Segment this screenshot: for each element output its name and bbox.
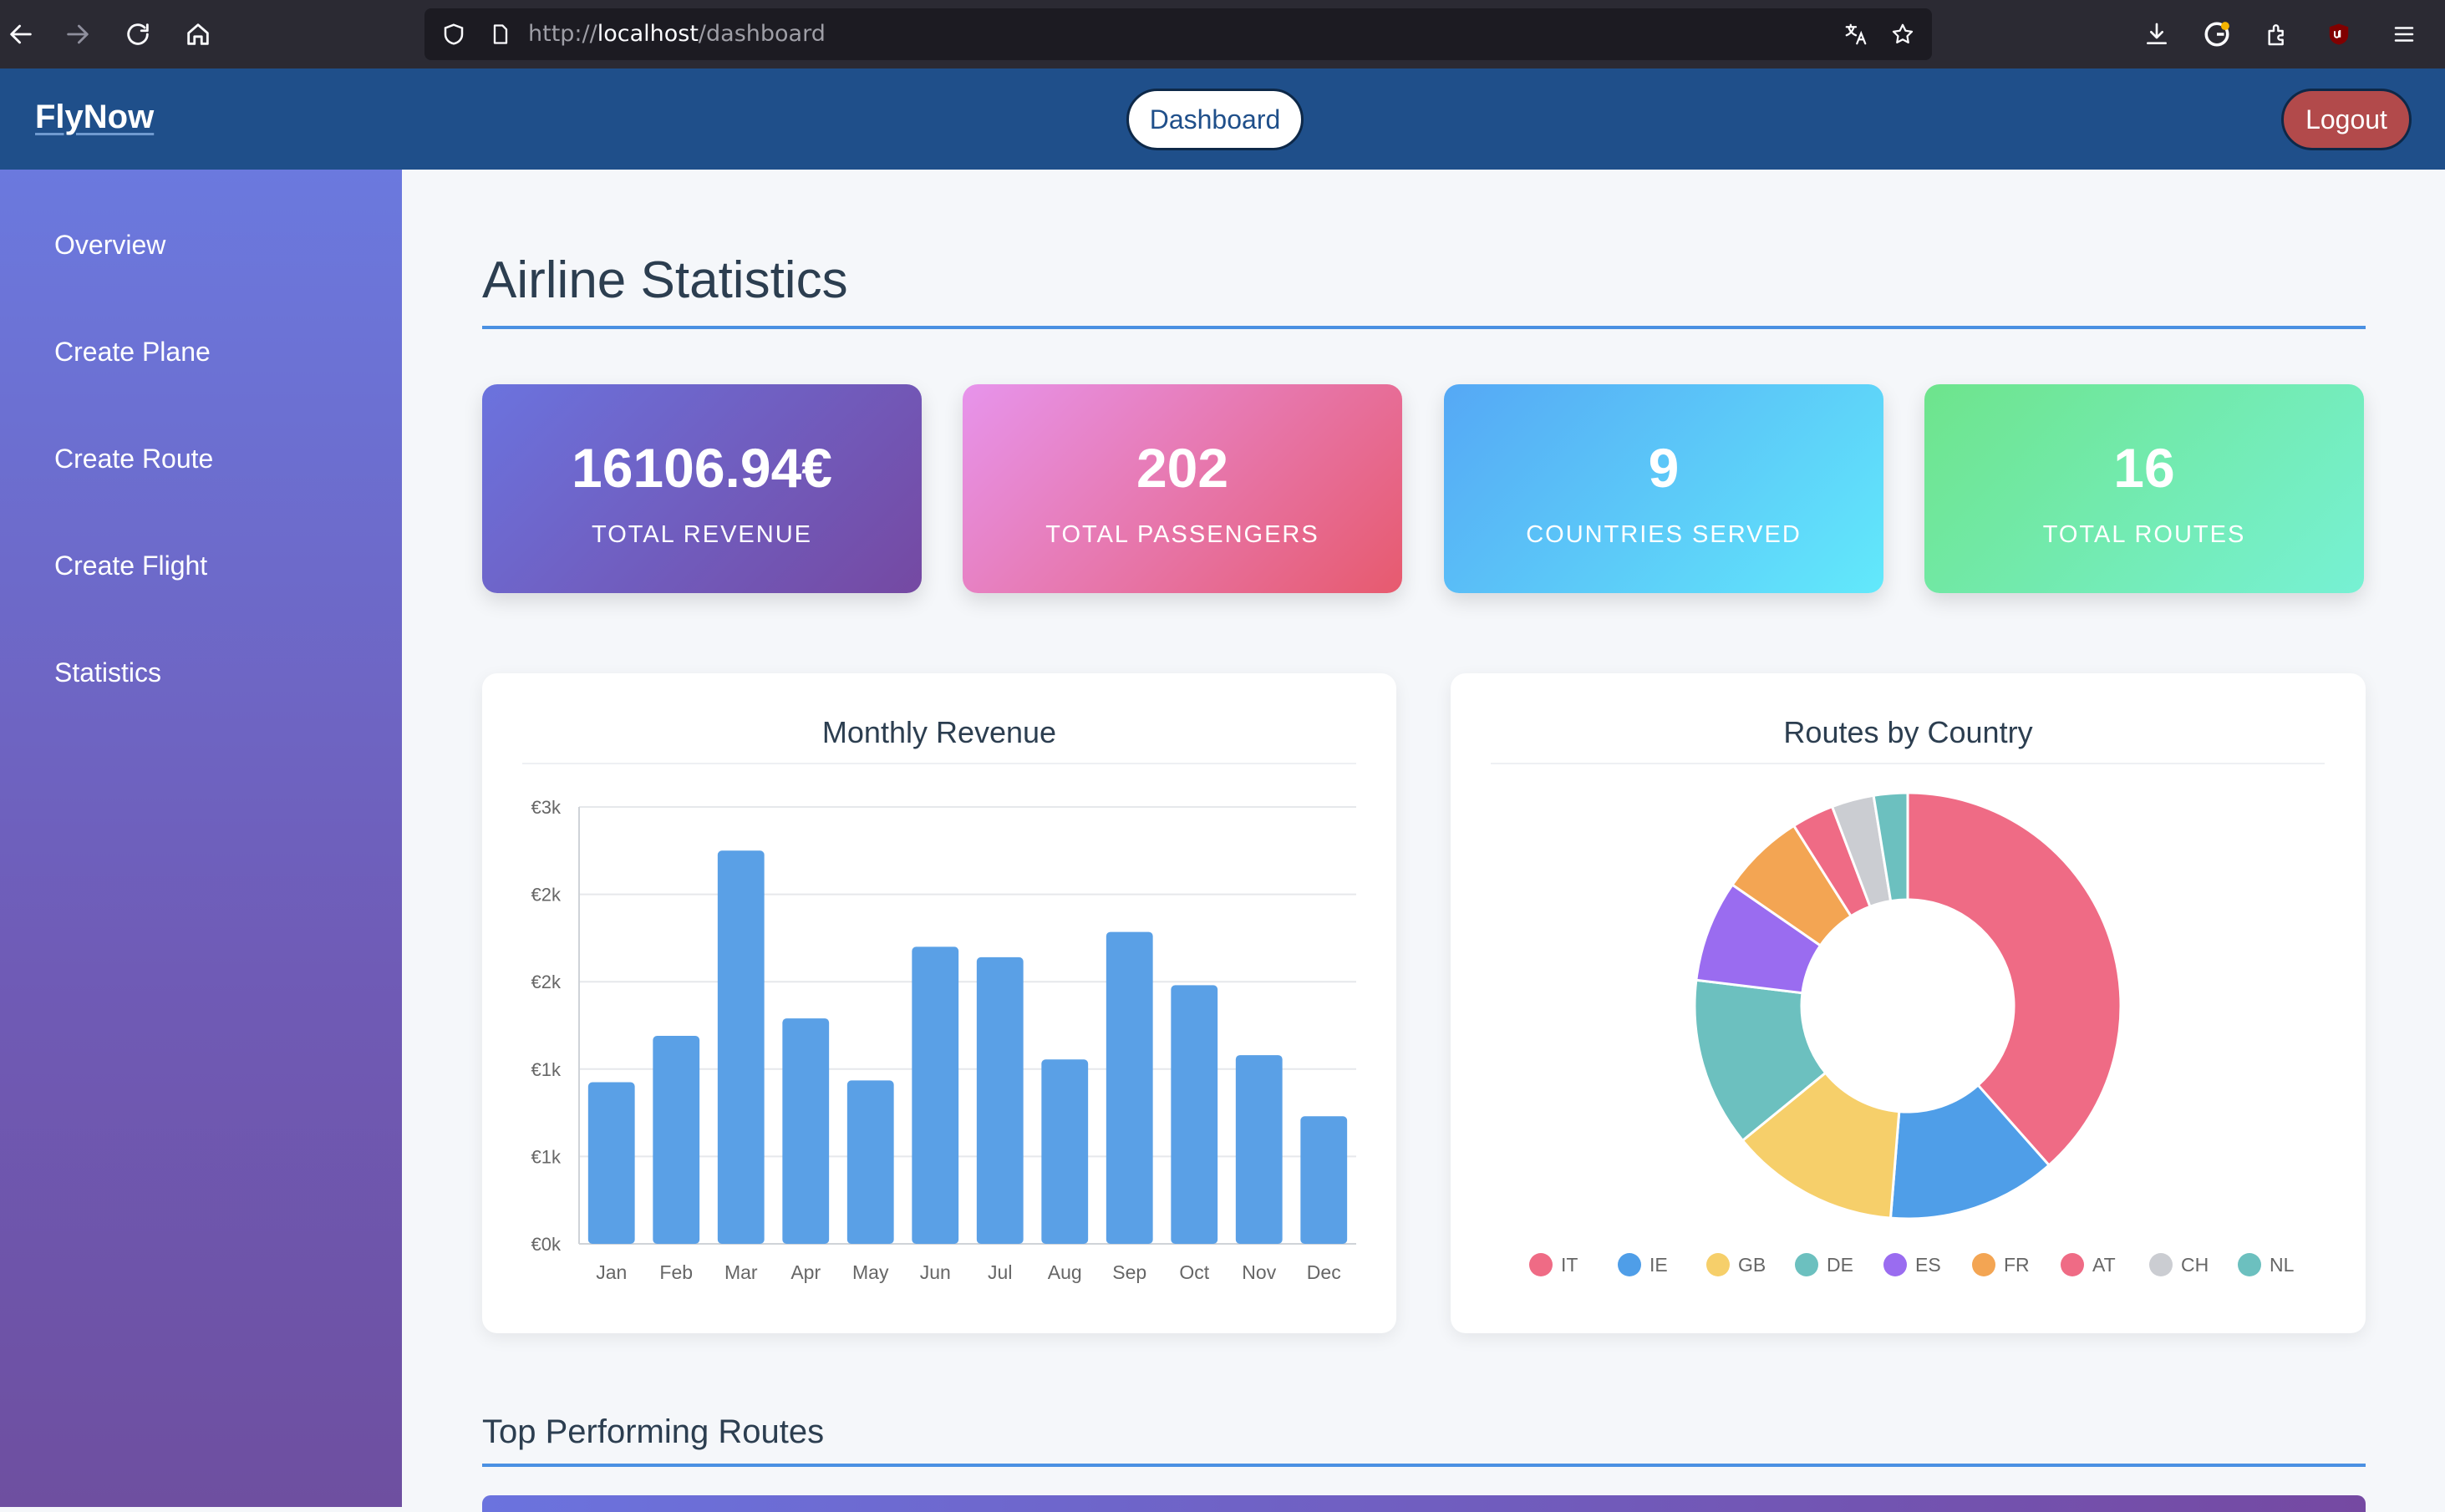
sidebar: Overview Create Plane Create Route Creat… [0, 170, 402, 1507]
x-tick-label: May [852, 1261, 889, 1283]
monthly-revenue-card: Monthly Revenue €0k €1k €1k €2k €2k €3k Jan Feb… [482, 673, 1396, 1333]
x-tick-label: Aug [1048, 1261, 1082, 1283]
x-tick-label: Mar [724, 1261, 758, 1283]
brand-logo[interactable]: FlyNow [35, 99, 154, 136]
bar[interactable] [1171, 985, 1218, 1244]
legend-swatch [2238, 1253, 2261, 1276]
legend-label[interactable]: GB [1738, 1254, 1766, 1276]
x-tick-label: Feb [659, 1261, 693, 1283]
bar[interactable] [587, 1082, 635, 1244]
section-title: Top Performing Routes [482, 1413, 825, 1450]
legend-label[interactable]: DE [1827, 1254, 1853, 1276]
back-icon[interactable] [0, 13, 42, 55]
stat-card-routes: 16 TOTAL ROUTES [1924, 384, 2364, 593]
account-icon[interactable] [2199, 17, 2234, 52]
stat-label: TOTAL PASSENGERS [1045, 521, 1319, 548]
forward-icon[interactable] [57, 13, 99, 55]
address-bar[interactable]: http://localhost/dashboard [424, 8, 1932, 60]
legend-swatch [1972, 1253, 1995, 1276]
legend-swatch [2149, 1253, 2173, 1276]
stat-value: 9 [1648, 437, 1680, 499]
legend-label[interactable]: ES [1915, 1254, 1941, 1276]
stat-label: TOTAL REVENUE [592, 521, 812, 548]
legend-label[interactable]: FR [2004, 1254, 2030, 1276]
bookmark-star-icon[interactable] [1887, 18, 1919, 50]
bar[interactable] [976, 956, 1024, 1244]
legend-swatch [1795, 1253, 1818, 1276]
legend-swatch [1706, 1253, 1730, 1276]
legend-swatch [2061, 1253, 2084, 1276]
bar[interactable] [846, 1080, 894, 1244]
x-tick-label: Dec [1307, 1261, 1341, 1283]
y-tick-label: €2k [531, 885, 562, 906]
sidebar-item-create-plane[interactable]: Create Plane [54, 337, 211, 368]
browser-toolbar: http://localhost/dashboard [0, 0, 2445, 68]
y-tick-label: €3k [531, 797, 562, 818]
legend-label[interactable]: CH [2181, 1254, 2209, 1276]
bar-chart: €0k €1k €1k €2k €2k €3k Jan Feb Mar Apr May Jun Jul A… [531, 797, 1356, 1283]
x-tick-label: Jul [988, 1261, 1012, 1283]
logout-button[interactable]: Logout [2281, 89, 2412, 150]
sidebar-item-statistics[interactable]: Statistics [54, 657, 161, 688]
title-divider [482, 326, 2366, 329]
bar[interactable] [782, 1018, 830, 1244]
shield-icon[interactable] [438, 18, 470, 50]
legend-label[interactable]: NL [2270, 1254, 2295, 1276]
legend-label[interactable]: IT [1561, 1254, 1578, 1276]
y-tick-label: €1k [531, 1146, 562, 1167]
stat-card-passengers: 202 TOTAL PASSENGERS [963, 384, 1402, 593]
section-divider [482, 1464, 2366, 1467]
legend-swatch [1883, 1253, 1907, 1276]
stat-label: TOTAL ROUTES [2042, 521, 2246, 548]
ublock-icon[interactable] [2321, 17, 2356, 52]
bar[interactable] [1106, 931, 1153, 1244]
bar[interactable] [717, 850, 765, 1244]
y-tick-label: €2k [531, 972, 562, 992]
bar[interactable] [653, 1036, 700, 1244]
legend-label[interactable]: AT [2092, 1254, 2116, 1276]
home-icon[interactable] [177, 13, 219, 55]
x-tick-label: Oct [1179, 1261, 1209, 1283]
donut-chart: IT IE GB DE ES FR AT CH NL [1529, 791, 2295, 1276]
x-tick-label: Apr [790, 1261, 821, 1283]
page-icon [485, 18, 516, 50]
translate-icon[interactable] [1840, 18, 1872, 50]
reload-icon[interactable] [117, 13, 159, 55]
stat-value: 202 [1136, 437, 1229, 499]
stat-card-countries: 9 COUNTRIES SERVED [1444, 384, 1883, 593]
bar[interactable] [1235, 1055, 1283, 1244]
y-tick-label: €1k [531, 1059, 562, 1080]
y-tick-label: €0k [531, 1234, 562, 1255]
x-tick-label: Jan [596, 1261, 627, 1283]
legend-label[interactable]: IE [1649, 1254, 1668, 1276]
sidebar-item-create-flight[interactable]: Create Flight [54, 551, 207, 581]
bar[interactable] [912, 946, 959, 1244]
url-text[interactable]: http://localhost/dashboard [528, 8, 826, 60]
legend-swatch [1529, 1253, 1553, 1276]
stat-label: COUNTRIES SERVED [1526, 521, 1802, 548]
app-header: FlyNow Dashboard Logout [0, 68, 2445, 170]
stat-card-revenue: 16106.94€ TOTAL REVENUE [482, 384, 922, 593]
bar[interactable] [1300, 1116, 1348, 1244]
routes-by-country-card: Routes by Country IT IE GB DE ES FR AT CH NL [1451, 673, 2366, 1333]
stat-value: 16106.94€ [572, 437, 832, 499]
dashboard-button[interactable]: Dashboard [1126, 89, 1304, 150]
page-title: Airline Statistics [482, 251, 848, 309]
extensions-icon[interactable] [2259, 17, 2295, 52]
routes-table-header [482, 1495, 2366, 1512]
x-tick-label: Sep [1112, 1261, 1146, 1283]
download-icon[interactable] [2139, 17, 2174, 52]
sidebar-item-overview[interactable]: Overview [54, 230, 165, 261]
x-tick-label: Jun [920, 1261, 951, 1283]
sidebar-item-create-route[interactable]: Create Route [54, 444, 213, 474]
x-tick-label: Nov [1242, 1261, 1276, 1283]
bar[interactable] [1041, 1059, 1089, 1244]
legend-swatch [1618, 1253, 1641, 1276]
stat-value: 16 [2113, 437, 2175, 499]
menu-icon[interactable] [2387, 17, 2422, 52]
